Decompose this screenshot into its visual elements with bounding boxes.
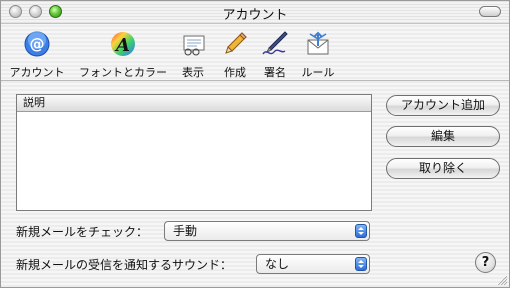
- toolbar-divider: [1, 80, 509, 81]
- svg-text:A: A: [114, 35, 130, 56]
- at-sign-icon: @: [24, 31, 50, 57]
- accounts-table[interactable]: 説明: [16, 94, 372, 211]
- column-header-description[interactable]: 説明: [17, 95, 371, 112]
- toolbar-item-signatures[interactable]: 署名: [255, 30, 295, 79]
- edit-account-button[interactable]: 編集: [386, 126, 500, 147]
- rules-icon: [307, 31, 329, 55]
- title-bar[interactable]: アカウント: [1, 1, 509, 24]
- new-mail-sound-label: 新規メールの受信を通知するサウンド：: [16, 258, 233, 272]
- font-color-icon: A: [111, 32, 135, 56]
- select-arrows-icon: [355, 257, 367, 271]
- toolbar-item-label: 表示: [182, 66, 204, 79]
- toolbar-item-label: 署名: [264, 66, 286, 79]
- toolbar-item-compose[interactable]: 作成: [215, 30, 255, 79]
- svg-text:@: @: [30, 35, 45, 53]
- preferences-toolbar: @ アカウント A フォントとカラー 表示 作成 署名 ルール: [1, 24, 509, 79]
- toolbar-item-label: フォントとカラー: [79, 66, 167, 79]
- toolbar-item-label: アカウント: [9, 66, 65, 79]
- check-mail-select[interactable]: 手動: [164, 221, 370, 241]
- window-title: アカウント: [222, 8, 288, 23]
- toolbar-item-fonts-colors[interactable]: A フォントとカラー: [77, 30, 169, 79]
- remove-account-button[interactable]: 取り除く: [386, 158, 500, 179]
- check-mail-selected-value: 手動: [173, 224, 198, 238]
- preferences-window: アカウント @ アカウント A フォントとカラー 表示 作成 署名 ルール 説明…: [0, 0, 510, 288]
- new-mail-sound-selected-value: なし: [265, 257, 290, 271]
- pencil-icon: [225, 32, 247, 54]
- toolbar-toggle-button[interactable]: [479, 6, 501, 17]
- toolbar-item-accounts[interactable]: @ アカウント: [7, 30, 67, 79]
- display-icon: [183, 35, 205, 56]
- add-account-button[interactable]: アカウント追加: [386, 95, 500, 116]
- check-mail-label: 新規メールをチェック：: [16, 225, 149, 239]
- help-button[interactable]: ?: [475, 252, 496, 273]
- toolbar-item-rules[interactable]: ルール: [297, 30, 339, 79]
- select-arrows-icon: [355, 224, 367, 238]
- toolbar-item-display[interactable]: 表示: [173, 30, 213, 79]
- resize-grip-icon[interactable]: [497, 275, 507, 285]
- new-mail-sound-select[interactable]: なし: [256, 254, 370, 274]
- signature-pen-icon: [262, 31, 288, 55]
- toolbar-item-label: ルール: [301, 66, 335, 79]
- toolbar-item-label: 作成: [224, 66, 246, 79]
